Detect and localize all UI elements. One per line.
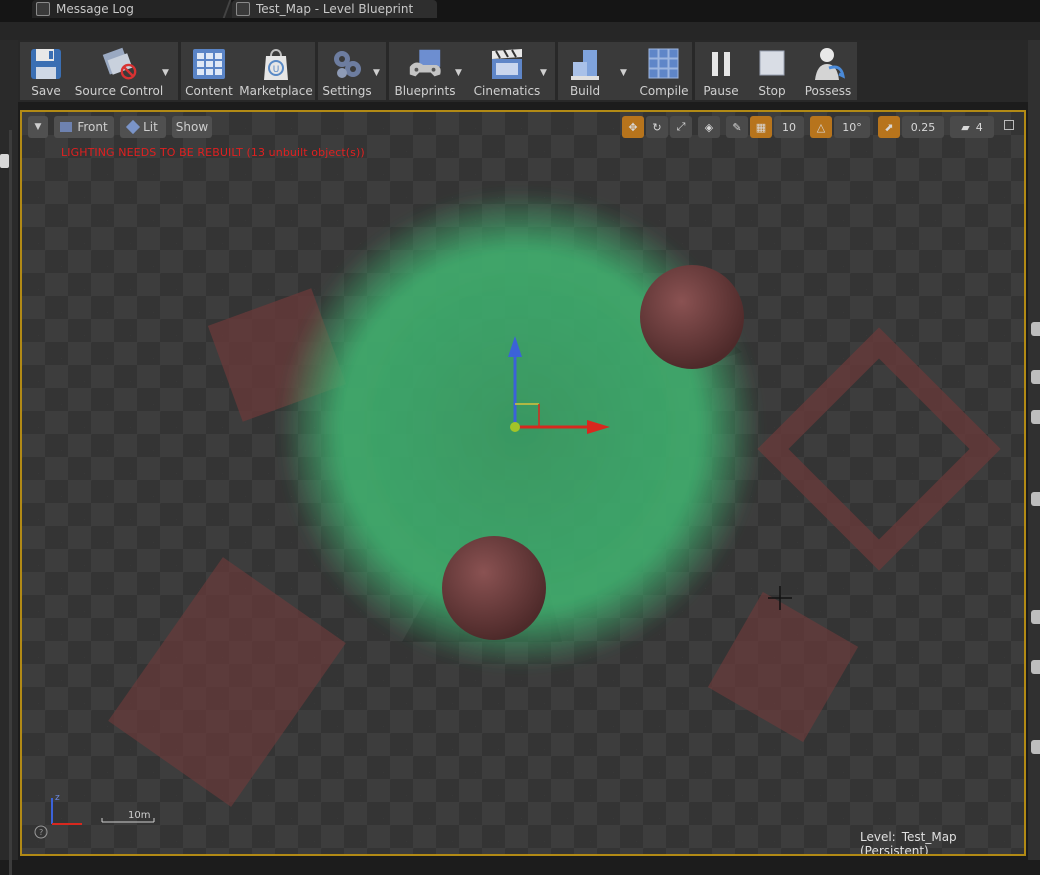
blueprints-button[interactable]: Blueprints: [392, 42, 458, 100]
cinematics-button[interactable]: Cinematics: [472, 42, 542, 100]
settings-icon: [328, 46, 366, 82]
svg-text:U: U: [273, 65, 280, 75]
pause-icon: [702, 46, 740, 82]
blueprints-icon: [406, 46, 444, 82]
tab-label: Message Log: [56, 2, 134, 16]
tab-label: Test_Map - Level Blueprint: [256, 2, 414, 16]
cinematics-icon: [488, 46, 526, 82]
right-panel-handle[interactable]: [1031, 370, 1040, 384]
main-toolbar: Save Source Control ▼ Content U Marketpl…: [18, 40, 1028, 102]
level-prefix: Level:: [860, 830, 896, 844]
sphere-mesh[interactable]: [442, 536, 546, 640]
cinematics-label: Cinematics: [473, 84, 541, 98]
blueprints-label: Blueprints: [394, 84, 456, 98]
marketplace-button[interactable]: U Marketplace: [239, 42, 313, 100]
possess-icon: [809, 46, 847, 82]
right-panel-handle[interactable]: [1031, 740, 1040, 754]
right-panel-handle[interactable]: [1031, 322, 1040, 336]
stop-label: Stop: [758, 84, 786, 98]
save-icon: [27, 46, 65, 82]
possess-label: Possess: [804, 84, 852, 98]
possess-button[interactable]: Possess: [800, 42, 856, 100]
compile-icon: [645, 46, 683, 82]
source-control-button[interactable]: Source Control: [74, 42, 164, 100]
content-label: Content: [185, 84, 233, 98]
build-button[interactable]: Build: [562, 42, 608, 100]
box-mesh[interactable]: [707, 591, 859, 743]
level-viewport[interactable]: ▼ Front Lit Show ✥ ↻ ⤢ ◈ ✎ ▦ 10 △ 10° ⬈ …: [20, 110, 1026, 856]
settings-label: Settings: [322, 84, 372, 98]
scale-bar-label: 10m: [128, 810, 151, 821]
source-control-dropdown-arrow[interactable]: ▼: [162, 68, 170, 78]
message-log-icon: [36, 2, 50, 16]
build-dropdown-arrow[interactable]: ▼: [620, 68, 628, 78]
svg-text:z: z: [55, 793, 60, 803]
menu-strip: [0, 22, 1040, 41]
svg-text:?: ?: [39, 828, 43, 837]
cinematics-dropdown-arrow[interactable]: ▼: [540, 68, 548, 78]
settings-button[interactable]: Settings: [320, 42, 374, 100]
settings-dropdown-arrow[interactable]: ▼: [373, 68, 381, 78]
stop-button[interactable]: Stop: [750, 42, 794, 100]
box-mesh[interactable]: [108, 557, 346, 807]
marketplace-icon: U: [257, 46, 295, 82]
frame-mesh[interactable]: [757, 327, 1001, 571]
pause-button[interactable]: Pause: [698, 42, 744, 100]
source-control-icon: [100, 46, 138, 82]
build-label: Build: [569, 84, 601, 98]
document-tab-bar: Message Log Test_Map - Level Blueprint: [0, 0, 1040, 22]
stop-icon: [753, 46, 791, 82]
panel-collapse-handle[interactable]: [0, 154, 9, 168]
compile-label: Compile: [639, 84, 689, 98]
scene-render: z ?: [34, 190, 1001, 839]
blueprint-tab-icon: [236, 2, 250, 16]
gizmo-origin[interactable]: [510, 422, 520, 432]
tab-message-log[interactable]: Message Log: [32, 0, 232, 18]
content-icon: [190, 46, 228, 82]
blueprints-dropdown-arrow[interactable]: ▼: [455, 68, 463, 78]
build-icon: [566, 46, 604, 82]
save-label: Save: [31, 84, 61, 98]
pause-label: Pause: [703, 84, 739, 98]
current-level-indicator: Level: Test_Map (Persistent): [860, 830, 1024, 854]
right-panel-handle[interactable]: [1031, 410, 1040, 424]
right-panel-handle[interactable]: [1031, 610, 1040, 624]
right-panel-handle[interactable]: [1031, 492, 1040, 506]
save-button[interactable]: Save: [24, 42, 68, 100]
tab-level-blueprint[interactable]: Test_Map - Level Blueprint: [232, 0, 437, 18]
sphere-mesh[interactable]: [640, 265, 744, 369]
marketplace-label: Marketplace: [239, 84, 313, 98]
left-panel: [0, 40, 18, 875]
right-panel-handle[interactable]: [1031, 660, 1040, 674]
right-panel: [1028, 40, 1040, 860]
source-control-label: Source Control: [74, 84, 164, 98]
left-panel-scrollbar[interactable]: [9, 130, 12, 875]
compile-button[interactable]: Compile: [638, 42, 690, 100]
content-button[interactable]: Content: [184, 42, 234, 100]
